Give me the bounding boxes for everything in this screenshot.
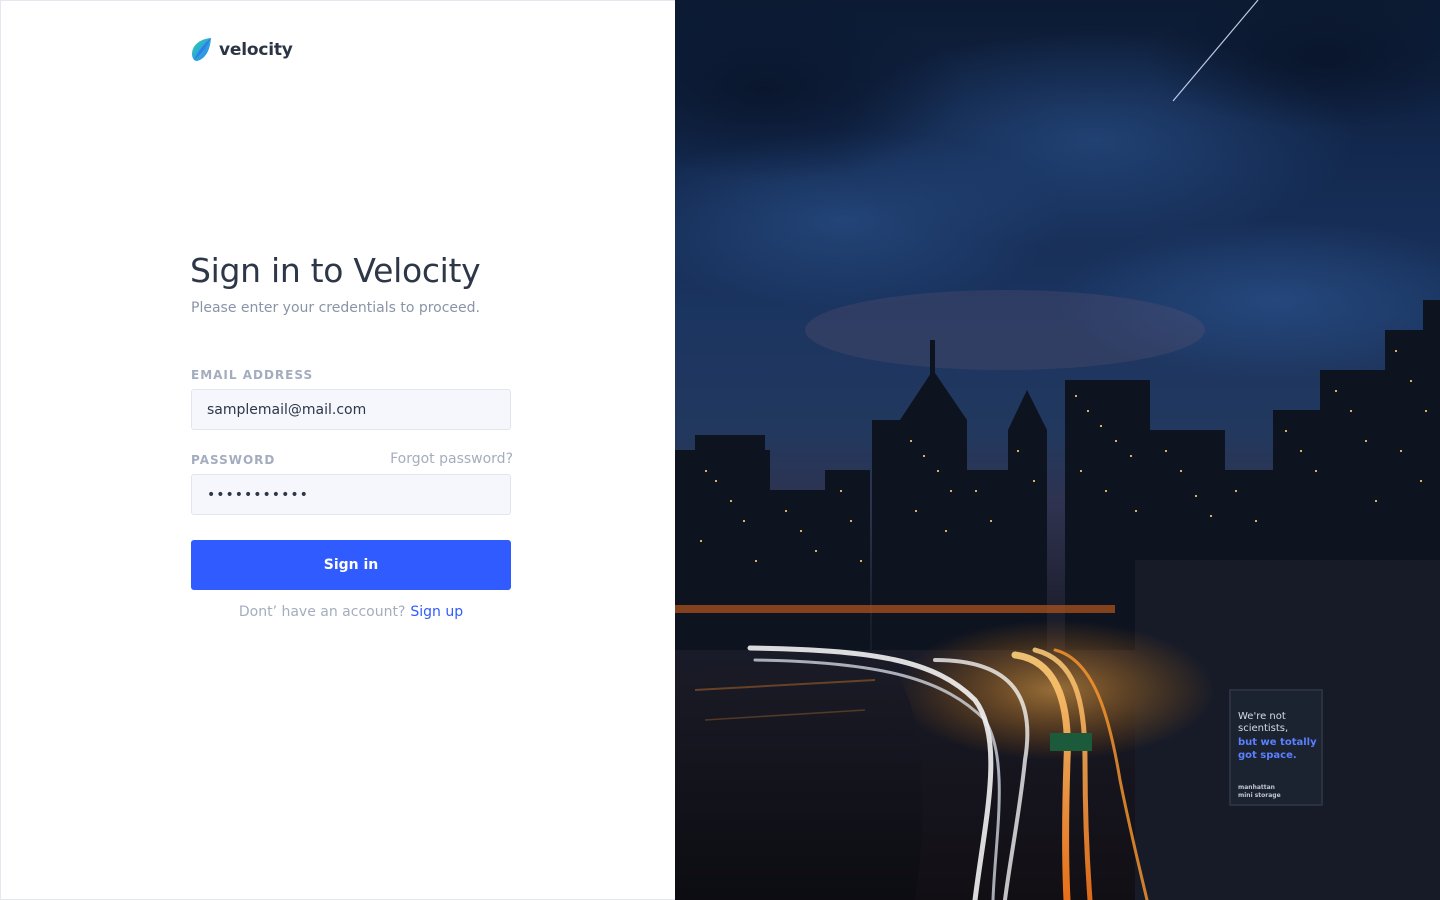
signup-prompt: Dont’ have an account? xyxy=(238,604,406,620)
email-label: EMAIL ADDRESS xyxy=(191,368,314,382)
signup-row: Dont’ have an account? Sign up xyxy=(191,604,511,620)
brand-name: velocity xyxy=(219,39,293,60)
page-title: Sign in to Velocity xyxy=(190,251,481,290)
billboard-text-line: scientists, xyxy=(1238,723,1288,734)
email-field[interactable] xyxy=(191,389,511,430)
page-subtitle: Please enter your credentials to proceed… xyxy=(191,300,480,316)
forgot-password-link[interactable]: Forgot password? xyxy=(390,451,513,467)
billboard-text-line: got space. xyxy=(1238,750,1297,761)
billboard-text-line: manhattan xyxy=(1238,784,1275,791)
billboard-text-line: mini storage xyxy=(1238,792,1281,799)
sign-in-button[interactable]: Sign in xyxy=(191,540,511,590)
billboard-text-line: We're not xyxy=(1238,711,1286,722)
hero-image: We're not scientists, but we totally got sp… xyxy=(675,0,1440,900)
password-field[interactable] xyxy=(191,474,511,515)
signin-panel: velocity Sign in to Velocity Please ente… xyxy=(0,0,675,900)
sign-up-link[interactable]: Sign up xyxy=(410,604,463,620)
leaf-logo-icon xyxy=(192,38,211,61)
billboard-text-line: but we totally xyxy=(1238,737,1317,748)
password-label: PASSWORD xyxy=(191,453,276,467)
city-night-photo: We're notscientists, but we totally got sp… xyxy=(675,0,1440,900)
brand-logo[interactable]: velocity xyxy=(190,37,293,62)
